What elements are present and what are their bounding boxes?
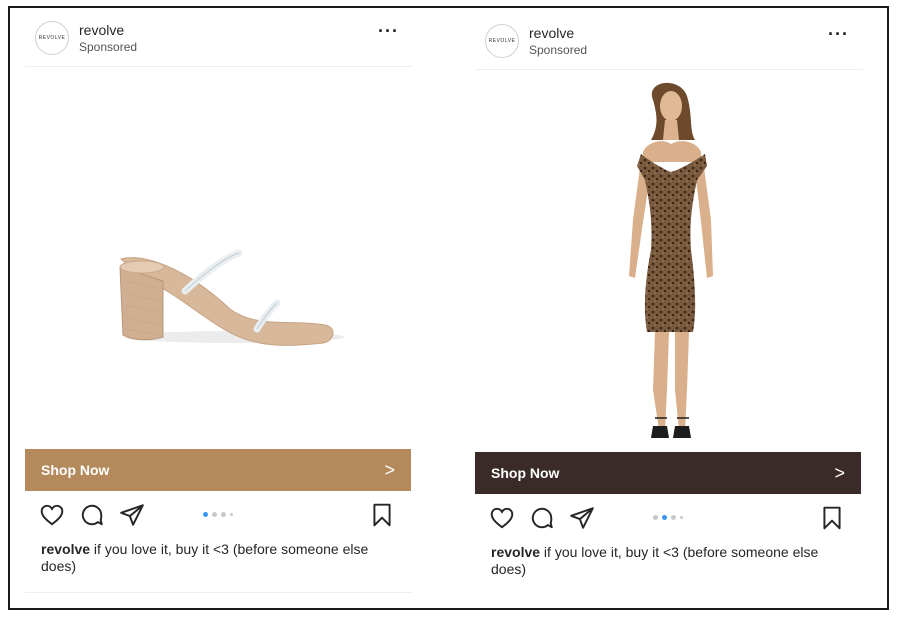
shop-now-button[interactable]: Shop Now > xyxy=(25,449,411,491)
carousel-dot xyxy=(230,513,233,516)
instagram-post-sandal: REVOLVE revolve Sponsored ··· Shop Now >… xyxy=(25,8,413,608)
caption-username[interactable]: revolve xyxy=(41,541,90,557)
chevron-right-icon: > xyxy=(834,462,845,483)
post-caption: revolve if you love it, buy it <3 (befor… xyxy=(41,541,397,575)
bookmark-icon[interactable] xyxy=(819,505,845,531)
post-username[interactable]: revolve xyxy=(79,22,124,38)
caption-text: if you love it, buy it <3 (before someon… xyxy=(491,544,819,577)
bookmark-icon[interactable] xyxy=(369,502,395,528)
paper-plane-icon[interactable] xyxy=(119,502,145,528)
carousel-indicator xyxy=(203,512,233,517)
shop-now-button[interactable]: Shop Now > xyxy=(475,452,861,494)
caption-username[interactable]: revolve xyxy=(491,544,540,560)
comment-icon[interactable] xyxy=(529,505,555,531)
carousel-dot xyxy=(662,515,667,520)
post-header: REVOLVE revolve Sponsored ··· xyxy=(25,8,413,67)
leopard-dress-model-image xyxy=(629,82,713,438)
brand-avatar[interactable]: REVOLVE xyxy=(485,24,519,58)
carousel-dot xyxy=(212,512,217,517)
carousel-dot xyxy=(203,512,208,517)
more-options-icon[interactable]: ··· xyxy=(828,25,849,43)
heart-icon[interactable] xyxy=(39,502,65,528)
heeled-sandal-image xyxy=(119,249,345,346)
carousel-dot xyxy=(671,515,676,520)
paper-plane-icon[interactable] xyxy=(569,505,595,531)
carousel-dot xyxy=(653,515,658,520)
divider xyxy=(25,592,413,593)
shop-now-label: Shop Now xyxy=(491,465,560,481)
comment-icon[interactable] xyxy=(79,502,105,528)
caption-text: if you love it, buy it <3 (before someon… xyxy=(41,541,369,574)
post-actions-bar xyxy=(25,500,413,534)
post-header: REVOLVE revolve Sponsored ··· xyxy=(475,11,863,70)
brand-avatar[interactable]: REVOLVE xyxy=(35,21,69,55)
post-caption: revolve if you love it, buy it <3 (befor… xyxy=(491,544,847,578)
post-actions-bar xyxy=(475,503,863,537)
carousel-dot xyxy=(680,516,683,519)
heart-icon[interactable] xyxy=(489,505,515,531)
sponsored-label: Sponsored xyxy=(529,43,588,57)
carousel-dot xyxy=(221,512,226,517)
post-image[interactable] xyxy=(25,67,413,449)
post-image[interactable] xyxy=(475,70,863,452)
chevron-right-icon: > xyxy=(384,459,395,480)
more-options-icon[interactable]: ··· xyxy=(378,22,399,40)
sponsored-label: Sponsored xyxy=(79,40,138,54)
instagram-post-dress: REVOLVE revolve Sponsored ··· Shop Now >… xyxy=(475,11,863,611)
carousel-indicator xyxy=(653,515,683,520)
shop-now-label: Shop Now xyxy=(41,462,110,478)
post-username[interactable]: revolve xyxy=(529,25,574,41)
screenshot-frame: REVOLVE revolve Sponsored ··· Shop Now >… xyxy=(8,6,889,610)
